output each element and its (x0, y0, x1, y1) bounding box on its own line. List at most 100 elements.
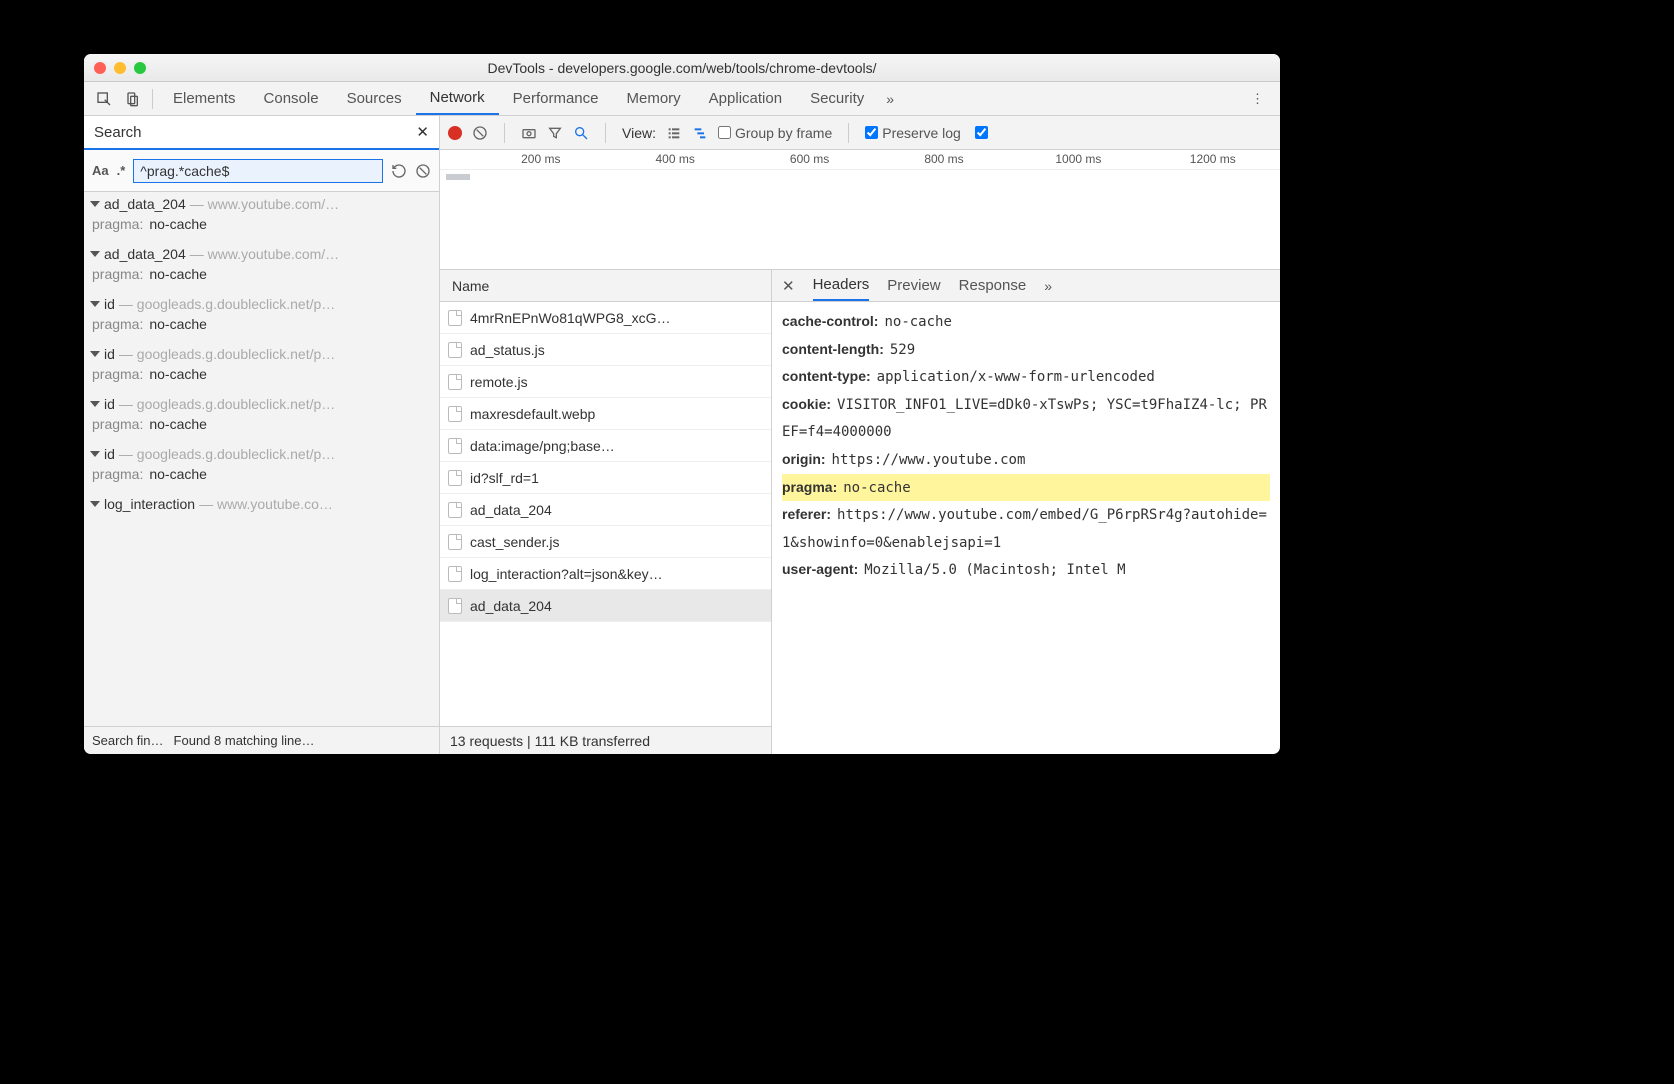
search-result-url: — googleads.g.doubleclick.net/p… (119, 446, 335, 462)
network-panel: View: Group by frame Preserve log (440, 116, 1280, 754)
tab-security[interactable]: Security (796, 82, 878, 115)
column-header-name[interactable]: Name (440, 270, 771, 302)
timeline-overview[interactable]: 200 ms400 ms600 ms800 ms1000 ms1200 ms (440, 150, 1280, 270)
header-value: no-cache (884, 314, 951, 330)
header-key: pragma: (782, 479, 837, 495)
window-minimize-button[interactable] (114, 62, 126, 74)
header-value: VISITOR_INFO1_LIVE=dDk0-xTswPs; YSC=t9Fh… (782, 397, 1267, 441)
preserve-checkbox-label: Preserve log (882, 125, 961, 141)
tab-memory[interactable]: Memory (613, 82, 695, 115)
tab-elements[interactable]: Elements (159, 82, 250, 115)
request-row[interactable]: data:image/png;base… (440, 430, 771, 462)
refresh-icon[interactable] (391, 163, 407, 179)
record-button[interactable] (448, 126, 462, 140)
tab-network[interactable]: Network (416, 82, 499, 115)
screenshot-icon[interactable] (521, 125, 537, 141)
request-row[interactable]: ad_data_204 (440, 494, 771, 526)
file-icon (448, 598, 462, 614)
tab-performance[interactable]: Performance (499, 82, 613, 115)
search-result-key: pragma: (92, 416, 143, 432)
search-result-item[interactable]: id — googleads.g.doubleclick.net/p…pragm… (84, 392, 439, 442)
close-details-icon[interactable]: ✕ (782, 277, 795, 295)
tab-response[interactable]: Response (959, 270, 1027, 301)
chevron-down-icon (90, 351, 100, 357)
tab-console[interactable]: Console (250, 82, 333, 115)
header-key: origin: (782, 451, 826, 467)
header-value: https://www.youtube.com (832, 452, 1026, 468)
header-row: pragma:no-cache (782, 474, 1270, 502)
request-row[interactable]: id?slf_rd=1 (440, 462, 771, 494)
window-zoom-button[interactable] (134, 62, 146, 74)
regex-toggle[interactable]: .* (117, 163, 126, 178)
search-result-item[interactable]: id — googleads.g.doubleclick.net/p…pragm… (84, 442, 439, 492)
tab-headers[interactable]: Headers (813, 270, 870, 301)
request-name: ad_data_204 (470, 502, 552, 518)
header-key: referer: (782, 506, 831, 522)
tab-application[interactable]: Application (695, 82, 796, 115)
view-waterfall-icon[interactable] (692, 125, 708, 141)
group-checkbox-input[interactable] (718, 126, 731, 139)
window-close-button[interactable] (94, 62, 106, 74)
request-name: log_interaction?alt=json&key… (470, 566, 663, 582)
clear-icon[interactable] (415, 163, 431, 179)
view-list-icon[interactable] (666, 125, 682, 141)
header-key: content-length: (782, 341, 884, 357)
request-name: ad_status.js (470, 342, 545, 358)
file-icon (448, 310, 462, 326)
timeline-tick: 800 ms (924, 152, 963, 166)
request-row[interactable]: maxresdefault.webp (440, 398, 771, 430)
tab-sources[interactable]: Sources (333, 82, 416, 115)
preserve-log-checkbox[interactable]: Preserve log (865, 125, 961, 141)
request-row[interactable]: 4mrRnEPnWo81qWPG8_xcG… (440, 302, 771, 334)
request-row[interactable]: ad_status.js (440, 334, 771, 366)
search-result-key: pragma: (92, 466, 143, 482)
file-icon (448, 502, 462, 518)
search-result-item[interactable]: id — googleads.g.doubleclick.net/p…pragm… (84, 292, 439, 342)
header-row: user-agent:Mozilla/5.0 (Macintosh; Intel… (782, 556, 1270, 584)
kebab-menu-icon[interactable]: ⋮ (1241, 91, 1274, 107)
tab-preview[interactable]: Preview (887, 270, 940, 301)
search-result-value: no-cache (149, 266, 207, 282)
preserve-checkbox-input[interactable] (865, 126, 878, 139)
device-toggle-icon[interactable] (118, 91, 146, 107)
search-icon[interactable] (573, 125, 589, 141)
timeline-tick: 200 ms (521, 152, 560, 166)
header-row: origin: https://www.youtube.com (782, 446, 1270, 474)
request-row[interactable]: ad_data_204 (440, 590, 771, 622)
search-result-key: pragma: (92, 216, 143, 232)
search-result-value: no-cache (149, 216, 207, 232)
file-icon (448, 374, 462, 390)
search-result-key: pragma: (92, 316, 143, 332)
request-row[interactable]: remote.js (440, 366, 771, 398)
more-tabs-icon[interactable]: » (878, 91, 902, 107)
search-result-item[interactable]: id — googleads.g.doubleclick.net/p…pragm… (84, 342, 439, 392)
clear-log-icon[interactable] (472, 125, 488, 141)
search-input[interactable] (133, 159, 383, 183)
group-by-frame-checkbox[interactable]: Group by frame (718, 125, 832, 141)
request-row[interactable]: cast_sender.js (440, 526, 771, 558)
search-result-item[interactable]: ad_data_204 — www.youtube.com/…pragma:no… (84, 192, 439, 242)
timeline-tick: 400 ms (656, 152, 695, 166)
headers-list: cache-control:no-cachecontent-length:529… (772, 302, 1280, 754)
close-icon[interactable]: ✕ (416, 123, 429, 141)
more-details-tabs-icon[interactable]: » (1044, 278, 1052, 294)
devtools-window: DevTools - developers.google.com/web/too… (84, 54, 1280, 754)
header-row: cookie:VISITOR_INFO1_LIVE=dDk0-xTswPs; Y… (782, 391, 1270, 446)
match-case-toggle[interactable]: Aa (92, 163, 109, 178)
header-key: cookie: (782, 396, 831, 412)
search-result-file: ad_data_204 (104, 246, 186, 262)
file-icon (448, 342, 462, 358)
search-result-item[interactable]: ad_data_204 — www.youtube.com/…pragma:no… (84, 242, 439, 292)
request-name: 4mrRnEPnWo81qWPG8_xcG… (470, 310, 670, 326)
search-result-url: — www.youtube.com/… (190, 246, 339, 262)
disable-cache-checkbox-partial[interactable] (975, 126, 988, 139)
partial-checkbox-input[interactable] (975, 126, 988, 139)
header-row: content-length:529 (782, 336, 1270, 364)
inspect-icon[interactable] (90, 91, 118, 107)
window-title: DevTools - developers.google.com/web/too… (84, 60, 1280, 76)
file-icon (448, 534, 462, 550)
search-result-file: log_interaction (104, 496, 195, 512)
search-result-item[interactable]: log_interaction — www.youtube.co… (84, 492, 439, 522)
filter-icon[interactable] (547, 125, 563, 141)
request-row[interactable]: log_interaction?alt=json&key… (440, 558, 771, 590)
